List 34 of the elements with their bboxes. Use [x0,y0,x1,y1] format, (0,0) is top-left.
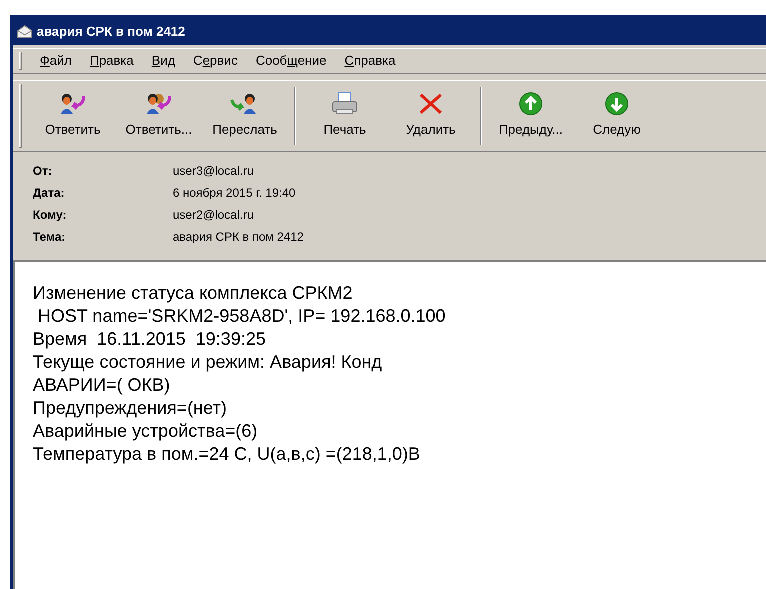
body-line: Температура в пом.=24 С, U(а,в,с) =(218,1,0)В [33,443,422,466]
body-line: Текуще состояние и режим: Авария! Конд [33,351,384,374]
field-value: user2@local.ru [173,207,255,224]
field-label: Кому: [33,207,68,224]
envelope-icon [17,24,33,38]
field-label: Дата: [33,185,66,202]
window-title: авария СРК в пом 2412 [37,22,186,41]
toolbar-button[interactable]: Удалить [388,81,474,151]
toolbar-button[interactable]: Печать [302,81,388,151]
body-line: Предупреждения=(нет) [33,397,228,420]
toolbar-button[interactable]: Предыду... [488,81,574,151]
toolbar-button[interactable]: Ответить [30,81,116,151]
field-label: Тема: [33,229,67,246]
body-line: Время 16.11.2015 19:39:25 [33,328,267,351]
menu-item[interactable]: Файл [34,50,78,72]
menu-item[interactable]: Вид [146,50,182,72]
menu-item[interactable]: Сообщение [250,50,333,72]
body-line: Аварийные устройства=(6) [33,420,259,443]
field-value: авария СРК в пом 2412 [173,229,305,246]
field-label: От: [33,163,54,180]
menu-item[interactable]: Сервис [187,50,244,72]
people-arrow-icon [144,92,174,116]
toolbar-button[interactable]: Ответить... [116,81,202,151]
body-line: АВАРИИ=( ОКВ) [33,374,172,397]
field-value: user3@local.ru [173,163,255,180]
field-value: 6 ноября 2015 г. 19:40 [173,185,297,202]
toolbar-button[interactable]: Переслать [202,81,288,151]
toolbar-button[interactable]: Следую [574,81,660,151]
menu-item[interactable]: Правка [84,50,140,72]
menu-item[interactable]: Справка [338,50,402,72]
person-arrow-icon [58,92,88,116]
body-line: Изменение статуса комплекса СРКМ2 [33,282,354,305]
printer-icon [330,92,360,116]
body-line: HOST name='SRKM2-958A8D', IP= 192.168.0.100 [37,305,447,328]
